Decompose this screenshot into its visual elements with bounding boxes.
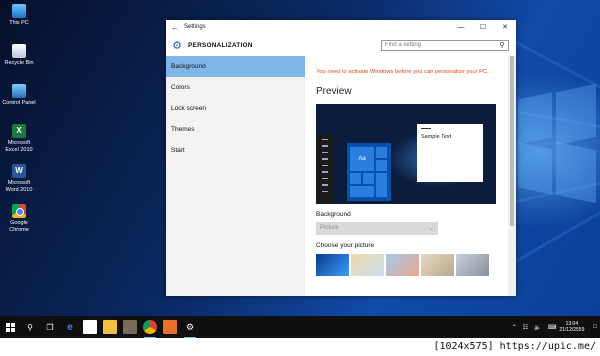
preview-tile — [376, 146, 387, 158]
search-box[interactable]: ⚲ — [381, 39, 509, 51]
search-input[interactable] — [385, 42, 496, 48]
wallpaper-logo-pane — [518, 142, 552, 195]
search-icon[interactable]: ⚲ — [20, 316, 40, 338]
sidebar-item-lock-screen[interactable]: Lock screen — [166, 98, 305, 119]
desktop-icon-label: Microsoft Word 2010 — [5, 180, 33, 193]
desktop-icon-label: Microsoft Excel 2010 — [5, 140, 33, 153]
picture-thumbnails — [316, 253, 508, 276]
picture-thumbnail[interactable] — [316, 253, 349, 276]
excel-icon: X — [12, 124, 26, 138]
preview-tile: Aa — [350, 146, 374, 171]
page-header: ⚙ PERSONALIZATION ⚲ — [166, 34, 516, 56]
sidebar-item-start[interactable]: Start — [166, 140, 305, 161]
desktop-icon-control-panel[interactable]: Control Panel — [2, 84, 36, 107]
scrollbar-thumb[interactable] — [510, 56, 514, 226]
desktop-icon-word[interactable]: W Microsoft Word 2010 — [2, 164, 36, 193]
sidebar: Background Colors Lock screen Themes Sta… — [166, 56, 305, 296]
preview-image: Aa Sample Text — [316, 103, 496, 204]
preview-tile — [376, 172, 387, 197]
system-tray: ⌃ ☷ 🔈 ⌨ 13:04 21/12/2559 □ — [509, 321, 600, 334]
file-explorer-icon[interactable] — [103, 320, 117, 334]
page-title: PERSONALIZATION — [188, 41, 253, 49]
background-dropdown[interactable]: Picture ⌄ — [316, 221, 438, 235]
sidebar-item-background[interactable]: Background — [166, 56, 305, 77]
task-view-icon[interactable]: ❐ — [40, 316, 60, 338]
window-title: Settings — [184, 24, 206, 30]
volume-icon[interactable]: 🔈 — [534, 324, 541, 331]
sidebar-item-colors[interactable]: Colors — [166, 77, 305, 98]
preview-tile — [363, 172, 374, 184]
clock-date: 21/12/2559 — [559, 327, 585, 333]
preview-tile — [350, 185, 374, 197]
activation-warning: You need to activate Windows before you … — [316, 69, 489, 75]
wallpaper-light-beam — [515, 200, 600, 263]
preview-tile — [376, 159, 387, 171]
desktop-icon-excel[interactable]: X Microsoft Excel 2010 — [2, 124, 36, 153]
recycle-bin-icon — [12, 44, 26, 58]
wallpaper-logo-pane — [556, 83, 596, 146]
background-label: Background — [316, 210, 351, 218]
desktop-icon-chrome[interactable]: Google Chrome — [2, 204, 36, 233]
desktop-icon-this-pc[interactable]: This PC — [2, 4, 36, 27]
close-button[interactable]: ✕ — [494, 23, 516, 31]
sidebar-item-themes[interactable]: Themes — [166, 119, 305, 140]
title-bar: ← Settings — ☐ ✕ — [166, 20, 516, 34]
wallpaper-logo-pane — [518, 92, 552, 145]
preview-sample-text: Sample Text — [421, 133, 452, 140]
start-button[interactable] — [0, 316, 20, 338]
preview-heading: Preview — [316, 85, 352, 97]
desktop-icon-label: This PC — [9, 20, 29, 26]
preview-title-line — [421, 127, 431, 129]
desktop-icon-label: Recycle Bin — [4, 60, 34, 66]
notifications-icon[interactable]: □ — [593, 324, 597, 330]
chevron-down-icon: ⌄ — [428, 225, 434, 232]
minimize-button[interactable]: — — [450, 24, 472, 31]
clock[interactable]: 13:04 21/12/2559 — [559, 321, 584, 334]
app-icon[interactable] — [163, 320, 177, 334]
photos-icon[interactable] — [123, 320, 137, 334]
desktop-icon-label: Google Chrome — [9, 220, 29, 233]
store-icon[interactable] — [83, 320, 97, 334]
picture-thumbnail[interactable] — [386, 253, 419, 276]
word-icon: W — [12, 164, 26, 178]
background-dropdown-value: Picture — [320, 225, 339, 231]
content-scrollbar[interactable] — [508, 56, 516, 296]
desktop-icon-recycle-bin[interactable]: Recycle Bin — [2, 44, 36, 67]
taskbar: ⚲ ❐ e ⚙ ⌃ ☷ 🔈 ⌨ 13:04 21/12/2559 □ — [0, 316, 600, 338]
preview-sample-window: Sample Text — [417, 123, 483, 182]
preview-taskbar — [316, 133, 334, 204]
picture-thumbnail[interactable] — [351, 253, 384, 276]
chrome-taskbar-icon[interactable] — [143, 320, 157, 338]
desktop-background: This PC Recycle Bin Control Panel X Micr… — [0, 0, 600, 316]
image-footer: [1024x575] https://upic.me/ — [0, 338, 600, 356]
picture-thumbnail[interactable] — [421, 253, 454, 276]
search-icon[interactable]: ⚲ — [496, 41, 508, 49]
preview-tile — [350, 172, 361, 184]
main-content: You need to activate Windows before you … — [305, 56, 508, 296]
chrome-icon — [12, 204, 26, 218]
windows-logo-icon — [5, 322, 15, 332]
choose-picture-label: Choose your picture — [316, 241, 375, 249]
edge-icon[interactable]: e — [63, 320, 77, 334]
settings-window: ← Settings — ☐ ✕ ⚙ PERSONALIZATION ⚲ Bac… — [166, 20, 516, 296]
control-panel-icon — [12, 84, 26, 98]
this-pc-icon — [12, 4, 26, 18]
wallpaper-logo-pane — [556, 141, 596, 204]
chevron-up-icon[interactable]: ⌃ — [512, 324, 517, 331]
back-arrow-icon[interactable]: ← — [166, 23, 184, 32]
desktop-icon-label: Control Panel — [2, 100, 36, 106]
settings-taskbar-icon[interactable]: ⚙ — [183, 320, 197, 338]
picture-thumbnail[interactable] — [456, 253, 489, 276]
gear-icon: ⚙ — [172, 39, 182, 52]
network-icon[interactable]: ☷ — [523, 324, 528, 331]
keyboard-icon[interactable]: ⌨ — [548, 324, 557, 331]
maximize-button[interactable]: ☐ — [472, 23, 494, 31]
image-host-stamp: [1024x575] https://upic.me/ — [433, 341, 596, 352]
